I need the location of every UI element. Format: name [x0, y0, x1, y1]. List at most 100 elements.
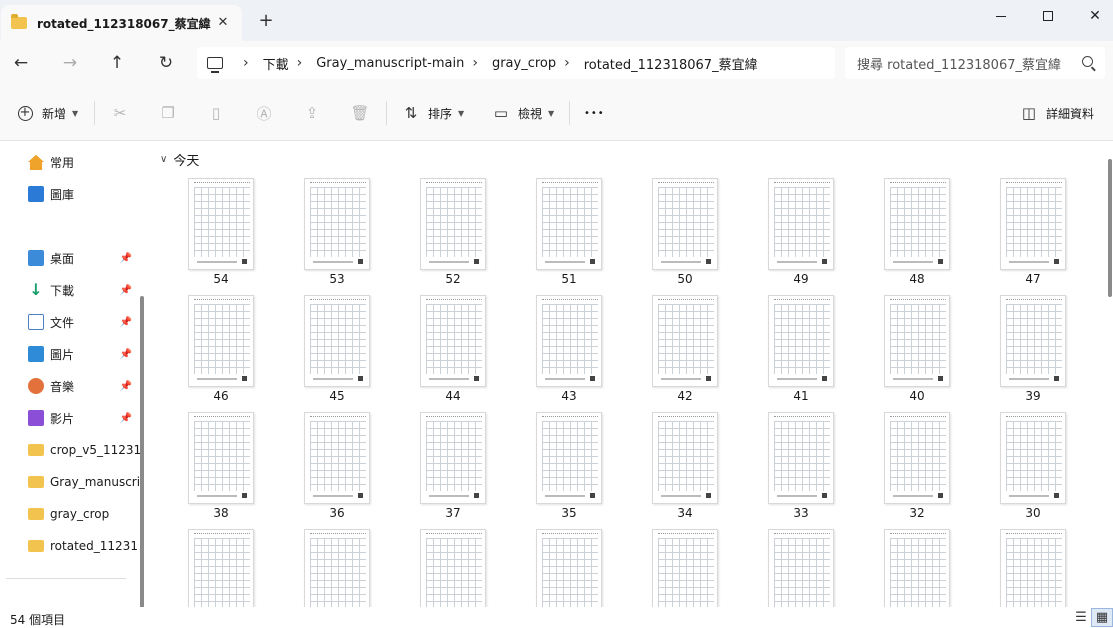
breadcrumb-gray-crop[interactable]: gray_crop: [492, 56, 556, 71]
copy-button[interactable]: ❐: [159, 99, 177, 127]
tab-close-button[interactable]: ✕: [214, 14, 232, 32]
file-thumbnail[interactable]: [768, 295, 834, 387]
rename-button[interactable]: Ⓐ: [255, 99, 273, 127]
file-thumbnail[interactable]: [536, 529, 602, 607]
file-name[interactable]: 44: [420, 389, 486, 403]
sidebar-item-rotated[interactable]: rotated_11231: [28, 534, 140, 558]
file-name[interactable]: 38: [188, 506, 254, 520]
file-name[interactable]: 34: [652, 506, 718, 520]
file-thumbnail[interactable]: [188, 178, 254, 270]
minimize-button[interactable]: [978, 0, 1024, 32]
file-thumbnail[interactable]: [188, 295, 254, 387]
breadcrumb-downloads[interactable]: 下載: [263, 54, 289, 73]
file-thumbnail[interactable]: [652, 529, 718, 607]
breadcrumb-current[interactable]: rotated_112318067_蔡宜緯: [584, 54, 758, 73]
this-pc-icon[interactable]: [207, 57, 223, 73]
sidebar-item-downloads[interactable]: ↓ 下載 📌: [28, 278, 140, 302]
file-thumbnail[interactable]: [884, 178, 950, 270]
back-button[interactable]: ←: [8, 50, 34, 76]
sidebar-item-home[interactable]: 常用: [28, 150, 140, 174]
new-tab-button[interactable]: +: [256, 11, 276, 31]
delete-button[interactable]: 🗑: [350, 99, 369, 127]
file-thumbnail[interactable]: [188, 529, 254, 607]
file-name[interactable]: 54: [188, 272, 254, 286]
file-name[interactable]: 51: [536, 272, 602, 286]
file-thumbnail[interactable]: [768, 178, 834, 270]
sidebar-item-documents[interactable]: 文件 📌: [28, 310, 140, 334]
file-thumbnail[interactable]: [536, 178, 602, 270]
sidebar-item-crop-v5[interactable]: crop_v5_11231: [28, 438, 140, 462]
file-name[interactable]: 42: [652, 389, 718, 403]
sidebar-item-videos[interactable]: 影片 📌: [28, 406, 140, 430]
pin-icon[interactable]: 📌: [120, 413, 132, 424]
more-options-button[interactable]: •••: [584, 99, 605, 127]
thumbnail-view-button[interactable]: ▦: [1091, 608, 1113, 627]
file-thumbnail[interactable]: [420, 412, 486, 504]
file-thumbnail[interactable]: [1000, 529, 1066, 607]
file-name[interactable]: 49: [768, 272, 834, 286]
file-thumbnail[interactable]: [768, 412, 834, 504]
file-thumbnail[interactable]: [1000, 178, 1066, 270]
file-thumbnail[interactable]: [304, 412, 370, 504]
file-name[interactable]: 33: [768, 506, 834, 520]
pin-icon[interactable]: 📌: [120, 253, 132, 264]
search-input[interactable]: 搜尋 rotated_112318067_蔡宜緯: [857, 54, 1067, 73]
file-view-scrollbar[interactable]: [1108, 159, 1112, 297]
address-bar[interactable]: › 下載 › Gray_manuscript-main › gray_crop …: [197, 47, 835, 79]
file-thumbnail[interactable]: [304, 295, 370, 387]
file-thumbnail[interactable]: [304, 529, 370, 607]
file-thumbnail[interactable]: [1000, 295, 1066, 387]
file-name[interactable]: 35: [536, 506, 602, 520]
file-thumbnail[interactable]: [884, 412, 950, 504]
file-thumbnail[interactable]: [884, 529, 950, 607]
sidebar-item-desktop[interactable]: 桌面 📌: [28, 246, 140, 270]
view-button[interactable]: ▭ 檢視 ▼: [492, 99, 554, 127]
share-button[interactable]: ⇪: [303, 99, 321, 127]
pin-icon[interactable]: 📌: [120, 381, 132, 392]
chevron-right-icon[interactable]: ›: [564, 55, 570, 71]
file-name[interactable]: 37: [420, 506, 486, 520]
cut-button[interactable]: ✂: [111, 99, 129, 127]
file-thumbnail[interactable]: [652, 412, 718, 504]
file-name[interactable]: 48: [884, 272, 950, 286]
file-name[interactable]: 41: [768, 389, 834, 403]
file-thumbnail[interactable]: [884, 295, 950, 387]
file-name[interactable]: 43: [536, 389, 602, 403]
file-name[interactable]: 46: [188, 389, 254, 403]
sidebar-scrollbar[interactable]: [140, 296, 144, 607]
file-name[interactable]: 52: [420, 272, 486, 286]
pin-icon[interactable]: 📌: [120, 285, 132, 296]
breadcrumb-gray-manuscript[interactable]: Gray_manuscript-main: [316, 56, 464, 71]
file-thumbnail[interactable]: [536, 295, 602, 387]
details-pane-button[interactable]: ◫ 詳細資料: [1020, 99, 1094, 127]
chevron-right-icon[interactable]: ›: [472, 55, 478, 71]
sidebar-item-gallery[interactable]: 圖庫: [28, 182, 140, 206]
chevron-down-icon[interactable]: ∨: [160, 154, 167, 165]
up-button[interactable]: ↑: [104, 50, 130, 76]
close-window-button[interactable]: ✕: [1072, 0, 1113, 32]
file-name[interactable]: 45: [304, 389, 370, 403]
sidebar-item-pictures[interactable]: 圖片 📌: [28, 342, 140, 366]
pin-icon[interactable]: 📌: [120, 349, 132, 360]
maximize-button[interactable]: [1025, 0, 1071, 32]
group-header-today[interactable]: ∨ 今天: [160, 150, 199, 169]
file-thumbnail[interactable]: [420, 178, 486, 270]
sidebar-item-gray-crop[interactable]: gray_crop: [28, 502, 140, 526]
file-thumbnail[interactable]: [1000, 412, 1066, 504]
file-thumbnail[interactable]: [188, 412, 254, 504]
sidebar-item-music[interactable]: 音樂 📌: [28, 374, 140, 398]
forward-button[interactable]: →: [57, 50, 83, 76]
search-box[interactable]: 搜尋 rotated_112318067_蔡宜緯: [845, 47, 1105, 79]
details-view-button[interactable]: ☰: [1070, 608, 1092, 627]
sidebar-item-gray-manuscript[interactable]: Gray_manuscrip: [28, 470, 140, 494]
file-name[interactable]: 39: [1000, 389, 1066, 403]
file-name[interactable]: 30: [1000, 506, 1066, 520]
file-thumbnail[interactable]: [536, 412, 602, 504]
sort-button[interactable]: ⇅ 排序 ▼: [402, 99, 464, 127]
file-thumbnail[interactable]: [652, 295, 718, 387]
file-thumbnail[interactable]: [420, 529, 486, 607]
file-name[interactable]: 47: [1000, 272, 1066, 286]
new-button[interactable]: + 新增 ▼: [16, 99, 78, 127]
file-name[interactable]: 53: [304, 272, 370, 286]
pin-icon[interactable]: 📌: [120, 317, 132, 328]
